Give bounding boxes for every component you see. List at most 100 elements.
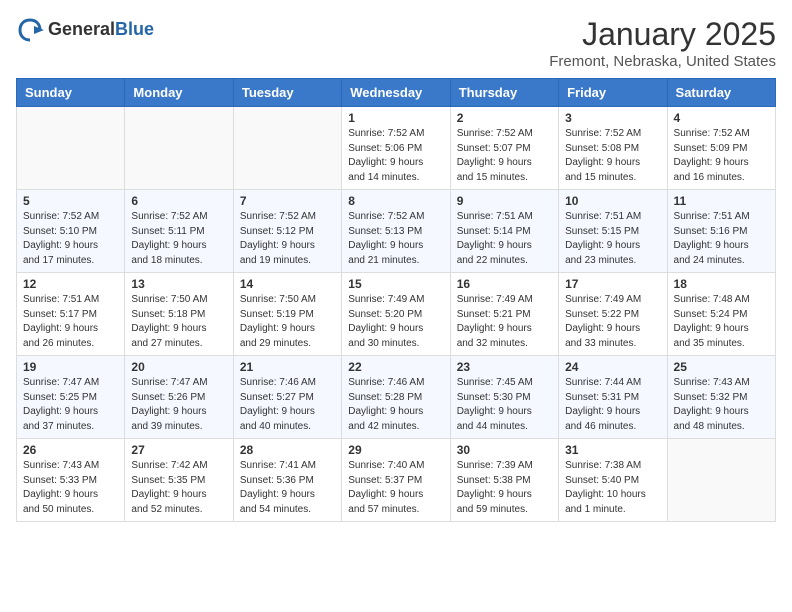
calendar-header-sunday: Sunday [17, 79, 125, 107]
day-info: Sunrise: 7:52 AM Sunset: 5:09 PM Dayligh… [674, 127, 769, 185]
day-number: 22 [348, 360, 443, 374]
day-number: 25 [674, 360, 769, 374]
calendar-cell: 10 Sunrise: 7:51 AM Sunset: 5:15 PM Dayli… [559, 190, 667, 273]
calendar-cell: 9 Sunrise: 7:51 AM Sunset: 5:14 PM Daylig… [450, 190, 558, 273]
calendar-cell: 21Sunrise: 7:46 AM Sunset: 5:27 PM Dayli… [233, 356, 341, 439]
logo-text: GeneralBlue [48, 20, 154, 40]
calendar-header-friday: Friday [559, 79, 667, 107]
day-info: Sunrise: 7:39 AM Sunset: 5:38 PM Dayligh… [457, 459, 552, 517]
day-info: Sunrise: 7:46 AM Sunset: 5:28 PM Dayligh… [348, 376, 443, 434]
day-number: 29 [348, 443, 443, 457]
calendar-cell: 1 Sunrise: 7:52 AM Sunset: 5:06 PM Daylig… [342, 107, 450, 190]
day-number: 23 [457, 360, 552, 374]
logo-icon [16, 16, 44, 44]
day-number: 14 [240, 277, 335, 291]
day-number: 3 [565, 111, 660, 125]
day-number: 13 [131, 277, 226, 291]
calendar-cell: 25Sunrise: 7:43 AM Sunset: 5:32 PM Dayli… [667, 356, 775, 439]
header: GeneralBlue January 2025 Fremont, Nebras… [16, 16, 776, 70]
calendar-week-row: 12 Sunrise: 7:51 AM Sunset: 5:17 PM Dayli… [17, 273, 776, 356]
day-number: 27 [131, 443, 226, 457]
calendar-cell [125, 107, 233, 190]
calendar-cell: 20 Sunrise: 7:47 AM Sunset: 5:26 PM Dayli… [125, 356, 233, 439]
calendar-header-saturday: Saturday [667, 79, 775, 107]
day-info: Sunrise: 7:49 AM Sunset: 5:21 PM Dayligh… [457, 293, 552, 351]
calendar-cell: 11 Sunrise: 7:51 AM Sunset: 5:16 PM Dayli… [667, 190, 775, 273]
logo: GeneralBlue [16, 16, 154, 44]
day-number: 24 [565, 360, 660, 374]
calendar-cell: 17 Sunrise: 7:49 AM Sunset: 5:22 PM Dayli… [559, 273, 667, 356]
calendar-cell: 8 Sunrise: 7:52 AM Sunset: 5:13 PM Daylig… [342, 190, 450, 273]
calendar-cell: 4 Sunrise: 7:52 AM Sunset: 5:09 PM Daylig… [667, 107, 775, 190]
day-info: Sunrise: 7:47 AM Sunset: 5:25 PM Dayligh… [23, 376, 118, 434]
calendar-cell: 26 Sunrise: 7:43 AM Sunset: 5:33 PM Dayli… [17, 439, 125, 522]
day-info: Sunrise: 7:45 AM Sunset: 5:30 PM Dayligh… [457, 376, 552, 434]
calendar-week-row: 5 Sunrise: 7:52 AM Sunset: 5:10 PM Daylig… [17, 190, 776, 273]
day-info: Sunrise: 7:49 AM Sunset: 5:22 PM Dayligh… [565, 293, 660, 351]
calendar: SundayMondayTuesdayWednesdayThursdayFrid… [16, 78, 776, 522]
day-info: Sunrise: 7:42 AM Sunset: 5:35 PM Dayligh… [131, 459, 226, 517]
day-number: 15 [348, 277, 443, 291]
day-number: 1 [348, 111, 443, 125]
day-number: 10 [565, 194, 660, 208]
day-number: 2 [457, 111, 552, 125]
month-title: January 2025 [549, 16, 776, 53]
calendar-cell: 7 Sunrise: 7:52 AM Sunset: 5:12 PM Daylig… [233, 190, 341, 273]
day-info: Sunrise: 7:49 AM Sunset: 5:20 PM Dayligh… [348, 293, 443, 351]
calendar-cell: 13 Sunrise: 7:50 AM Sunset: 5:18 PM Dayli… [125, 273, 233, 356]
day-number: 9 [457, 194, 552, 208]
calendar-header-wednesday: Wednesday [342, 79, 450, 107]
calendar-cell: 18Sunrise: 7:48 AM Sunset: 5:24 PM Dayli… [667, 273, 775, 356]
calendar-cell: 19Sunrise: 7:47 AM Sunset: 5:25 PM Dayli… [17, 356, 125, 439]
day-info: Sunrise: 7:51 AM Sunset: 5:17 PM Dayligh… [23, 293, 118, 351]
day-info: Sunrise: 7:46 AM Sunset: 5:27 PM Dayligh… [240, 376, 335, 434]
calendar-cell: 5 Sunrise: 7:52 AM Sunset: 5:10 PM Daylig… [17, 190, 125, 273]
calendar-cell: 14 Sunrise: 7:50 AM Sunset: 5:19 PM Dayli… [233, 273, 341, 356]
day-info: Sunrise: 7:52 AM Sunset: 5:08 PM Dayligh… [565, 127, 660, 185]
day-number: 6 [131, 194, 226, 208]
day-number: 7 [240, 194, 335, 208]
calendar-cell [233, 107, 341, 190]
day-info: Sunrise: 7:52 AM Sunset: 5:11 PM Dayligh… [131, 210, 226, 268]
day-info: Sunrise: 7:51 AM Sunset: 5:14 PM Dayligh… [457, 210, 552, 268]
location-title: Fremont, Nebraska, United States [549, 53, 776, 70]
day-number: 20 [131, 360, 226, 374]
day-info: Sunrise: 7:51 AM Sunset: 5:15 PM Dayligh… [565, 210, 660, 268]
day-info: Sunrise: 7:47 AM Sunset: 5:26 PM Dayligh… [131, 376, 226, 434]
calendar-cell: 15 Sunrise: 7:49 AM Sunset: 5:20 PM Dayli… [342, 273, 450, 356]
day-info: Sunrise: 7:52 AM Sunset: 5:12 PM Dayligh… [240, 210, 335, 268]
day-number: 12 [23, 277, 118, 291]
calendar-week-row: 26 Sunrise: 7:43 AM Sunset: 5:33 PM Dayli… [17, 439, 776, 522]
day-number: 8 [348, 194, 443, 208]
day-info: Sunrise: 7:43 AM Sunset: 5:33 PM Dayligh… [23, 459, 118, 517]
day-number: 26 [23, 443, 118, 457]
day-info: Sunrise: 7:44 AM Sunset: 5:31 PM Dayligh… [565, 376, 660, 434]
calendar-cell: 28Sunrise: 7:41 AM Sunset: 5:36 PM Dayli… [233, 439, 341, 522]
day-number: 30 [457, 443, 552, 457]
day-info: Sunrise: 7:40 AM Sunset: 5:37 PM Dayligh… [348, 459, 443, 517]
day-info: Sunrise: 7:51 AM Sunset: 5:16 PM Dayligh… [674, 210, 769, 268]
day-number: 17 [565, 277, 660, 291]
calendar-cell: 3 Sunrise: 7:52 AM Sunset: 5:08 PM Daylig… [559, 107, 667, 190]
calendar-header-row: SundayMondayTuesdayWednesdayThursdayFrid… [17, 79, 776, 107]
day-info: Sunrise: 7:52 AM Sunset: 5:06 PM Dayligh… [348, 127, 443, 185]
day-info: Sunrise: 7:52 AM Sunset: 5:07 PM Dayligh… [457, 127, 552, 185]
day-info: Sunrise: 7:52 AM Sunset: 5:13 PM Dayligh… [348, 210, 443, 268]
day-number: 16 [457, 277, 552, 291]
day-info: Sunrise: 7:50 AM Sunset: 5:19 PM Dayligh… [240, 293, 335, 351]
calendar-cell: 30 Sunrise: 7:39 AM Sunset: 5:38 PM Dayli… [450, 439, 558, 522]
day-number: 11 [674, 194, 769, 208]
logo-general: General [48, 19, 115, 39]
calendar-cell [667, 439, 775, 522]
day-info: Sunrise: 7:50 AM Sunset: 5:18 PM Dayligh… [131, 293, 226, 351]
calendar-cell: 31Sunrise: 7:38 AM Sunset: 5:40 PM Dayli… [559, 439, 667, 522]
calendar-cell [17, 107, 125, 190]
calendar-header-monday: Monday [125, 79, 233, 107]
day-number: 5 [23, 194, 118, 208]
day-number: 31 [565, 443, 660, 457]
day-info: Sunrise: 7:41 AM Sunset: 5:36 PM Dayligh… [240, 459, 335, 517]
day-number: 4 [674, 111, 769, 125]
calendar-cell: 12 Sunrise: 7:51 AM Sunset: 5:17 PM Dayli… [17, 273, 125, 356]
title-area: January 2025 Fremont, Nebraska, United S… [549, 16, 776, 70]
day-info: Sunrise: 7:52 AM Sunset: 5:10 PM Dayligh… [23, 210, 118, 268]
